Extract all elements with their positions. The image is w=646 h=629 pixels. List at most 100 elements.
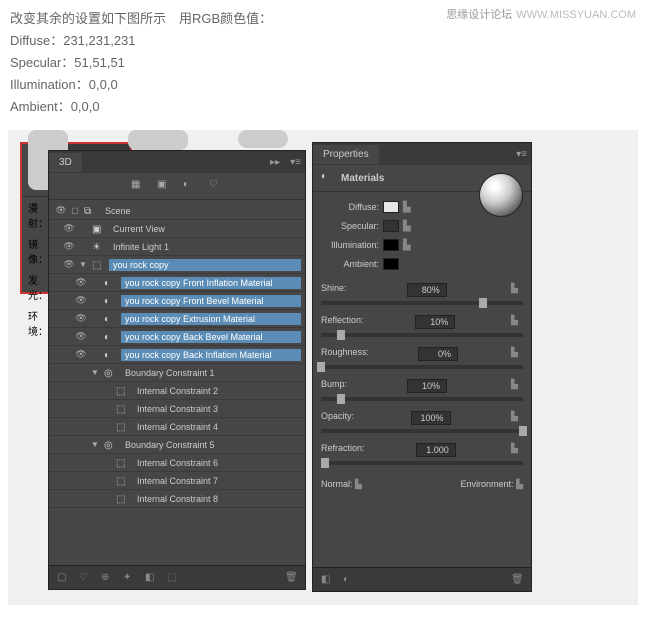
- tree-row-constraint[interactable]: ⬚Internal Constraint 3: [49, 400, 305, 418]
- screenshot-container: 3D ▸▸ ▾≡ ▦ ▣ ◐ ♡ 👁▢⧉Scene 👁▣Current View…: [8, 130, 638, 605]
- slider-thumb[interactable]: [337, 394, 345, 404]
- tree-row-mesh-root[interactable]: 👁▼⬚you rock copy: [49, 256, 305, 274]
- slider-reflection: Reflection: 10% ▙: [321, 313, 523, 337]
- tree-row-constraint[interactable]: ⬚Internal Constraint 6: [49, 454, 305, 472]
- properties-title: Materials: [341, 173, 384, 184]
- slider-value[interactable]: 10%: [407, 379, 447, 393]
- prop-row-illumination: Illumination: ▙: [321, 236, 523, 254]
- tree-row-constraint[interactable]: ⬚Internal Constraint 8: [49, 490, 305, 508]
- slider-label: Opacity:: [321, 411, 354, 425]
- slider-track[interactable]: [321, 397, 523, 401]
- tree-row-constraint[interactable]: ▼◎Boundary Constraint 5: [49, 436, 305, 454]
- tree-row-light[interactable]: 👁☀Infinite Light 1: [49, 238, 305, 256]
- tool-icon[interactable]: ✦: [123, 572, 135, 584]
- slider-label: Bump:: [321, 379, 347, 393]
- folder-icon[interactable]: ▙: [511, 443, 523, 453]
- folder-icon[interactable]: ▙: [516, 479, 523, 489]
- illumination-swatch[interactable]: [383, 239, 399, 251]
- watermark: 思缘设计论坛WWW.MISSYUAN.COM: [446, 6, 636, 22]
- panel-menu-icon[interactable]: ▾≡: [512, 149, 531, 160]
- slider-label: Roughness:: [321, 347, 369, 361]
- slider-value[interactable]: 10%: [415, 315, 455, 329]
- slider-value[interactable]: 1.000: [416, 443, 456, 457]
- filter-all-icon[interactable]: ▦: [131, 179, 145, 193]
- slider-track[interactable]: [321, 365, 523, 369]
- tree-row-scene[interactable]: 👁▢⧉Scene: [49, 202, 305, 220]
- render-icon[interactable]: ▢: [57, 572, 69, 584]
- ambient-swatch[interactable]: [383, 258, 399, 270]
- chevron-down-icon[interactable]: ▼: [89, 368, 101, 377]
- panel-collapse-icon[interactable]: ▸▸: [264, 157, 286, 168]
- folder-icon[interactable]: ▙: [511, 347, 523, 357]
- chevron-down-icon[interactable]: ▼: [89, 440, 101, 449]
- tree-row-material[interactable]: 👁◐you rock copy Back Bevel Material: [49, 328, 305, 346]
- tree-row-constraint[interactable]: ▼◎Boundary Constraint 1: [49, 364, 305, 382]
- slider-track[interactable]: [321, 429, 523, 433]
- material-icon: ◐: [321, 171, 335, 185]
- folder-icon[interactable]: ▙: [403, 202, 415, 212]
- material-icon: ◐: [104, 314, 118, 324]
- panel-properties: Properties ▾≡ ◐ Materials Diffuse: ▙ Spe…: [312, 142, 532, 592]
- normal-label: Normal:: [321, 479, 353, 489]
- eye-icon[interactable]: 👁: [53, 205, 69, 216]
- slider-thumb[interactable]: [479, 298, 487, 308]
- filter-material-icon[interactable]: ◐: [183, 179, 197, 193]
- panel-properties-tabbar: Properties ▾≡: [313, 143, 531, 165]
- folder-icon[interactable]: ▙: [511, 379, 523, 389]
- mesh-icon: ⬚: [92, 260, 106, 270]
- slider-value[interactable]: 100%: [411, 411, 451, 425]
- tree-row-current-view[interactable]: 👁▣Current View: [49, 220, 305, 238]
- tool-icon[interactable]: ◐: [343, 574, 355, 586]
- environment-label: Environment:: [461, 479, 514, 489]
- folder-icon[interactable]: ▙: [511, 411, 523, 421]
- folder-icon[interactable]: ▙: [511, 283, 523, 293]
- slider-thumb[interactable]: [321, 458, 329, 468]
- folder-icon[interactable]: ▙: [403, 240, 415, 250]
- slider-thumb[interactable]: [337, 330, 345, 340]
- tree-row-material[interactable]: 👁◐you rock copy Extrusion Material: [49, 310, 305, 328]
- new-light-icon[interactable]: ♡: [79, 572, 91, 584]
- slider-opacity: Opacity: 100% ▙: [321, 409, 523, 433]
- tab-3d[interactable]: 3D: [49, 153, 82, 172]
- slider-track[interactable]: [321, 301, 523, 305]
- tool-icon[interactable]: ⬚: [167, 572, 179, 584]
- slider-track[interactable]: [321, 461, 523, 465]
- tree-row-material[interactable]: 👁◐you rock copy Front Bevel Material: [49, 292, 305, 310]
- panel-3d-bottom-toolbar: ▢ ♡ ⊕ ✦ ◧ ⬚ 🗑: [49, 565, 305, 589]
- delete-icon[interactable]: 🗑: [285, 572, 297, 584]
- prop-row-ambient: Ambient:: [321, 255, 523, 273]
- filter-mesh-icon[interactable]: ▣: [157, 179, 171, 193]
- tool-icon[interactable]: ◧: [321, 574, 333, 586]
- slider-value[interactable]: 0%: [418, 347, 458, 361]
- folder-icon[interactable]: ▙: [403, 221, 415, 231]
- diffuse-swatch[interactable]: [383, 201, 399, 213]
- slider-refraction: Refraction: 1.000 ▙: [321, 441, 523, 465]
- slider-bump: Bump: 10% ▙: [321, 377, 523, 401]
- chevron-down-icon[interactable]: ▼: [77, 260, 89, 269]
- filter-light-icon[interactable]: ♡: [209, 179, 223, 193]
- panel-3d-tabbar: 3D ▸▸ ▾≡: [49, 151, 305, 173]
- material-preview[interactable]: [479, 173, 523, 217]
- tool-icon[interactable]: ◧: [145, 572, 157, 584]
- panel-3d: 3D ▸▸ ▾≡ ▦ ▣ ◐ ♡ 👁▢⧉Scene 👁▣Current View…: [48, 150, 306, 590]
- constraint-icon: ◎: [104, 368, 118, 378]
- panel-menu-icon[interactable]: ▾≡: [286, 157, 305, 168]
- slider-thumb[interactable]: [519, 426, 527, 436]
- tree-row-constraint[interactable]: ⬚Internal Constraint 7: [49, 472, 305, 490]
- slider-label: Refraction:: [321, 443, 365, 457]
- material-icon: ◐: [104, 278, 118, 288]
- add-icon[interactable]: ⊕: [101, 572, 113, 584]
- slider-value[interactable]: 80%: [407, 283, 447, 297]
- tree-row-constraint[interactable]: ⬚Internal Constraint 4: [49, 418, 305, 436]
- tree-row-material[interactable]: 👁◐you rock copy Back Inflation Material: [49, 346, 305, 364]
- tab-properties[interactable]: Properties: [313, 145, 379, 164]
- slider-thumb[interactable]: [317, 362, 325, 372]
- folder-icon[interactable]: ▙: [355, 479, 362, 489]
- tree-row-constraint[interactable]: ⬚Internal Constraint 2: [49, 382, 305, 400]
- folder-icon[interactable]: ▙: [511, 315, 523, 325]
- tree-row-material[interactable]: 👁◐you rock copy Front Inflation Material: [49, 274, 305, 292]
- slider-label: Reflection:: [321, 315, 364, 329]
- specular-swatch[interactable]: [383, 220, 399, 232]
- slider-track[interactable]: [321, 333, 523, 337]
- delete-icon[interactable]: 🗑: [511, 574, 523, 586]
